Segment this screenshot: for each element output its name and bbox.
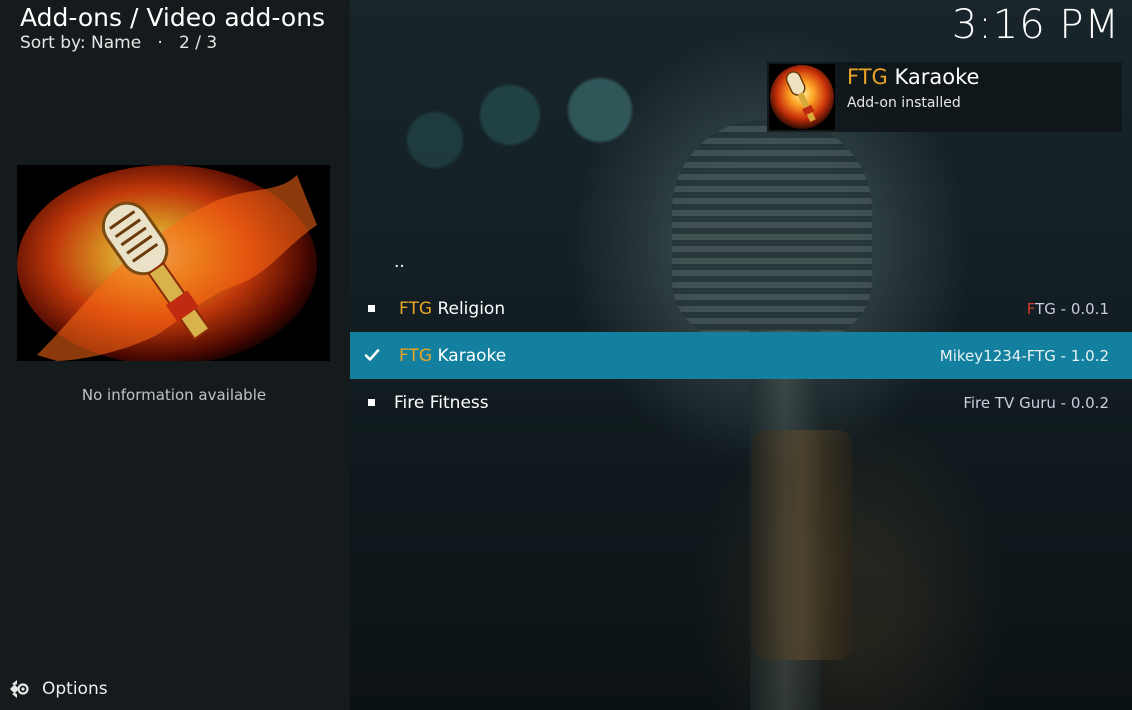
list-item-label: Fire Fitness — [394, 392, 489, 413]
page-title: Add-ons / Video add-ons — [20, 3, 326, 32]
addon-list: .. FTG Religion FTG - 0.0.1 FTG Karaoke … — [350, 238, 1132, 426]
page-position: 2 / 3 — [179, 33, 218, 53]
separator: · — [157, 33, 163, 53]
notification-title: FTG Karaoke — [847, 65, 979, 89]
list-item-label: FTG Karaoke — [399, 345, 507, 366]
installed-check-icon — [364, 349, 380, 361]
bullet-icon — [368, 399, 375, 406]
no-information-label: No information available — [81, 386, 267, 404]
list-item-meta: Mikey1234-FTG - 1.0.2 — [939, 346, 1109, 365]
clock: 3:16 PM — [951, 2, 1120, 48]
options-button[interactable]: Options — [8, 678, 108, 700]
options-label: Options — [42, 679, 108, 699]
list-item-meta: FTG - 0.0.1 — [1026, 299, 1109, 318]
sort-info: Sort by: Name · 2 / 3 — [20, 33, 217, 53]
sort-label[interactable]: Sort by: Name — [20, 33, 141, 53]
notification-title-name: Karaoke — [894, 65, 980, 89]
parent-folder-label: .. — [394, 252, 405, 272]
info-sidebar: No information available — [0, 0, 350, 710]
list-item-meta: Fire TV Guru - 0.0.2 — [963, 393, 1109, 412]
options-icon — [10, 680, 29, 698]
list-item-ftg-karaoke[interactable]: FTG Karaoke Mikey1234-FTG - 1.0.2 — [350, 332, 1132, 379]
notification-addon-icon — [769, 64, 835, 130]
notification-text: FTG Karaoke Add-on installed — [847, 62, 979, 111]
list-item-parent-folder[interactable]: .. — [350, 238, 1132, 285]
notification-title-prefix: FTG — [847, 65, 888, 89]
flaming-microphone-image — [17, 165, 330, 361]
list-item-fire-fitness[interactable]: Fire Fitness Fire TV Guru - 0.0.2 — [350, 379, 1132, 426]
list-item-ftg-religion[interactable]: FTG Religion FTG - 0.0.1 — [350, 285, 1132, 332]
addon-thumbnail — [17, 165, 330, 361]
list-item-label: FTG Religion — [399, 298, 506, 319]
notification-message: Add-on installed — [847, 95, 961, 111]
notification-toast: FTG Karaoke Add-on installed — [767, 62, 1122, 132]
bullet-icon — [368, 305, 375, 312]
